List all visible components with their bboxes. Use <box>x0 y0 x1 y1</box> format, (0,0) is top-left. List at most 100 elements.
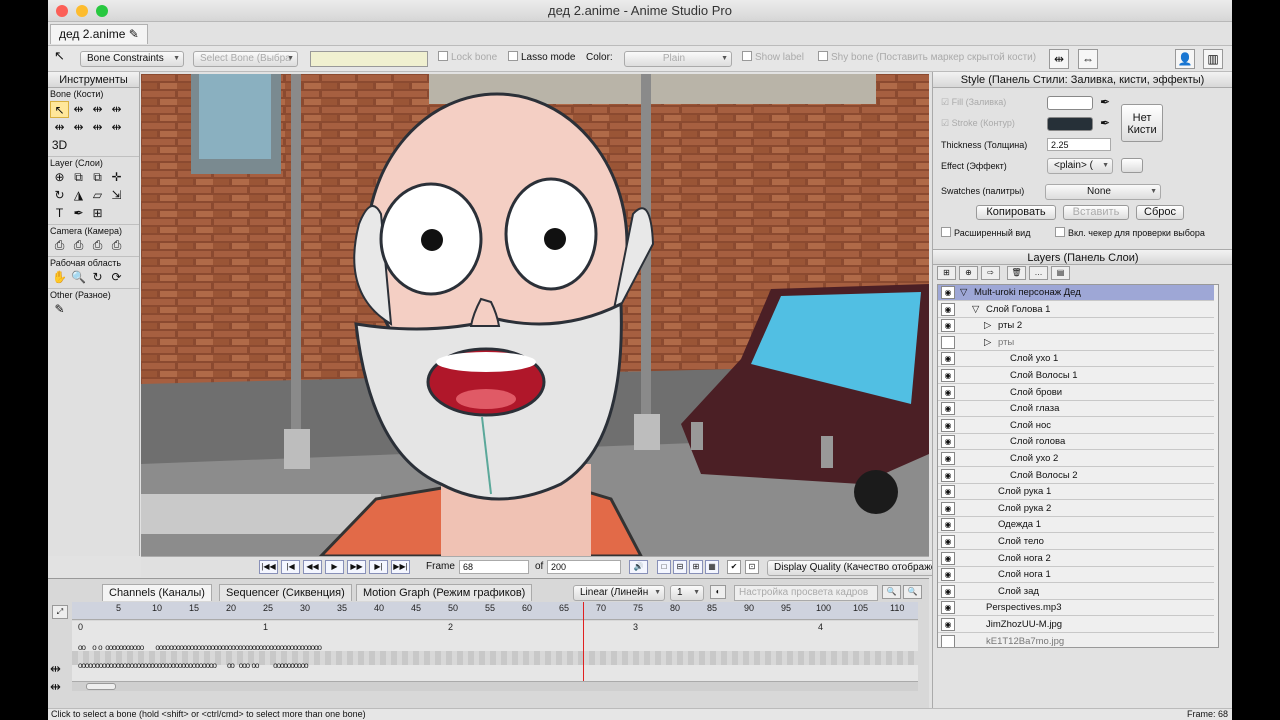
layer-row[interactable]: ◉ Слой нога 1 <box>938 567 1214 584</box>
fill-checkbox[interactable]: ☑ Fill (Заливка) <box>941 97 1006 108</box>
layer-row[interactable]: kE1T12Ba7mo.jpg <box>938 634 1214 647</box>
play-icon[interactable]: ▶ <box>325 560 344 574</box>
translate-bone-icon[interactable]: ⇹ <box>69 101 88 118</box>
view-split-icon[interactable]: ⊟ <box>673 560 687 574</box>
show-label-checkbox[interactable]: Show label <box>742 51 804 67</box>
interpolation-dropdown[interactable]: Linear (Линейн <box>573 585 665 601</box>
layer-row[interactable]: ◉ ▽ Mult-uroki персонаж Дед <box>938 285 1214 301</box>
flip-layer-icon[interactable]: ◮ <box>69 187 88 204</box>
eye-icon[interactable]: ◉ <box>941 435 955 449</box>
eyedropper-icon[interactable]: ✒ <box>69 205 88 222</box>
lasso-mode-checkbox[interactable]: Lasso mode <box>508 51 575 67</box>
advanced-view-checkbox[interactable]: Расширенный вид <box>941 227 1030 238</box>
checkmark-icon[interactable]: ✔ <box>727 560 741 574</box>
step-back-icon[interactable]: ◀◀ <box>303 560 322 574</box>
orbit-icon[interactable]: ⟳ <box>107 269 126 286</box>
layer-row[interactable]: ◉ Слой брови <box>938 385 1214 401</box>
checker-checkbox[interactable]: Вкл. чекер для проверки выбора <box>1055 227 1205 238</box>
tab-channels[interactable]: Channels (Каналы) <box>102 584 212 601</box>
fill-swatch[interactable] <box>1047 96 1093 110</box>
zoom-timeline-icon[interactable]: 🔍 <box>882 585 901 599</box>
layer-row[interactable]: ◉ Слой рука 1 <box>938 484 1214 501</box>
layer-row[interactable]: ◉ Слой Волосы 1 <box>938 368 1214 384</box>
bone-scale-icon[interactable]: ⇔ <box>1078 49 1098 69</box>
eye-icon[interactable]: ◉ <box>941 468 955 482</box>
character-icon[interactable]: 👤 <box>1175 49 1195 69</box>
tab-motion-graph[interactable]: Motion Graph (Режим графиков) <box>356 584 533 601</box>
text-tool-icon[interactable]: T <box>50 205 69 222</box>
layer-row[interactable]: ◉ Perspectives.mp3 <box>938 600 1214 617</box>
eye-icon[interactable]: ◉ <box>941 286 955 299</box>
eye-icon[interactable]: ◉ <box>941 452 955 465</box>
track-camera-icon[interactable]: ⎙ <box>50 237 69 254</box>
duplicate-layer-icon[interactable]: ⊕ <box>959 266 978 280</box>
expand-toggle-icon[interactable]: ▽ <box>960 285 967 300</box>
rotate-layer-xy-icon[interactable]: ↻ <box>50 187 69 204</box>
minimize-window-icon[interactable] <box>76 5 88 17</box>
bone-constraints-dropdown[interactable]: Bone Constraints <box>80 51 184 67</box>
onion-skin-icon[interactable]: ◐ <box>710 585 726 599</box>
bone-name-field[interactable] <box>310 51 428 67</box>
eye-icon[interactable]: ◉ <box>941 518 955 532</box>
expand-toggle-icon[interactable]: ▷ <box>984 318 991 333</box>
layer-row[interactable]: ◉ Слой тело <box>938 534 1214 550</box>
bone-3d-icon[interactable]: 3D <box>50 137 69 154</box>
forward-end-icon[interactable]: ▶▶| <box>391 560 410 574</box>
step-back-key-icon[interactable]: |◀ <box>281 560 300 574</box>
no-brush-button[interactable]: Нет Кисти <box>1121 104 1163 142</box>
step-forward-icon[interactable]: ▶▶ <box>347 560 366 574</box>
translate-layer-icon[interactable]: ⊕ <box>50 169 69 186</box>
eye-icon[interactable]: ◉ <box>941 584 955 598</box>
roll-camera-icon[interactable]: ⎙ <box>88 237 107 254</box>
view-quad-icon[interactable]: ⊞ <box>689 560 703 574</box>
rotate-layer-icon[interactable]: ⧉ <box>88 169 107 186</box>
eye-icon[interactable]: ◉ <box>941 402 955 416</box>
eye-icon[interactable]: ◉ <box>941 535 955 548</box>
new-layer-icon[interactable]: ⊞ <box>937 266 956 280</box>
step-forward-key-icon[interactable]: ▶| <box>369 560 388 574</box>
switch-layer-icon[interactable]: ⇲ <box>107 187 126 204</box>
insert-text-icon[interactable]: ✎ <box>50 301 69 318</box>
lock-bone-checkbox[interactable]: Lock bone <box>438 51 497 67</box>
expand-toggle-icon[interactable]: ▽ <box>972 302 979 317</box>
layer-row[interactable]: ◉ JimZhozUU-M.jpg <box>938 617 1214 633</box>
copy-button[interactable]: Копировать <box>976 205 1056 220</box>
onion-skin-field[interactable]: Настройка просвета кадров <box>734 585 878 601</box>
keyframe-row-2[interactable]: oooooooooooooooooooooooooooooooooooooooo… <box>78 661 918 670</box>
copy-layer-icon[interactable]: ⇨ <box>981 266 1000 280</box>
eye-icon[interactable]: ◉ <box>941 385 955 399</box>
reparent-bone-icon[interactable]: ⇹ <box>107 101 126 118</box>
channels-track[interactable]: 0 1 2 3 4 oo o o ooooooooooo ooooooooooo… <box>72 602 918 691</box>
bind-layer-icon[interactable]: ⇹ <box>88 119 107 136</box>
frame-field[interactable]: 68 <box>459 560 529 574</box>
view-single-icon[interactable]: □ <box>657 560 671 574</box>
eye-icon[interactable]: ◉ <box>941 501 955 515</box>
layer-row[interactable]: ◉ Слой ухо 1 <box>938 351 1214 368</box>
layer-row[interactable]: ◉ Слой голова <box>938 434 1214 451</box>
delete-layer-icon[interactable]: 🗑 <box>1007 266 1026 280</box>
layer-row[interactable]: ◉ Одежда 1 <box>938 517 1214 534</box>
particle-icon[interactable]: ⊞ <box>88 205 107 222</box>
bind-points-icon[interactable]: ⇹ <box>107 119 126 136</box>
layer-more-icon[interactable]: … <box>1029 266 1048 280</box>
zoom-out-timeline-icon[interactable]: 🔍 <box>903 585 922 599</box>
layer-row[interactable]: ◉ ▽ Слой Голова 1 <box>938 302 1214 318</box>
expand-icon[interactable]: ⤢ <box>52 605 68 619</box>
frame-total-field[interactable]: 200 <box>547 560 621 574</box>
fill-eyedropper-icon[interactable]: ✒ <box>1100 95 1110 109</box>
effect-dropdown[interactable]: <plain> ( <box>1047 158 1113 174</box>
stroke-checkbox[interactable]: ☑ Stroke (Контур) <box>941 118 1015 129</box>
eye-icon[interactable]: ◉ <box>941 352 955 366</box>
eye-icon[interactable]: ◉ <box>941 302 955 316</box>
eye-icon[interactable]: ◉ <box>941 369 955 382</box>
eye-icon[interactable] <box>941 634 955 647</box>
eye-icon[interactable]: ◉ <box>941 319 955 333</box>
library-icon[interactable]: ▥ <box>1203 49 1223 69</box>
scale-layer-icon[interactable]: ⧉ <box>69 169 88 186</box>
eye-icon[interactable]: ◉ <box>941 568 955 582</box>
layer-settings-icon[interactable]: ▤ <box>1051 266 1070 280</box>
select-bone-icon[interactable]: ↖ <box>50 100 69 118</box>
interpolation-count-dropdown[interactable]: 1 <box>670 585 704 601</box>
rewind-start-icon[interactable]: |◀◀ <box>259 560 278 574</box>
frame-view-icon[interactable]: ⊡ <box>745 560 759 574</box>
